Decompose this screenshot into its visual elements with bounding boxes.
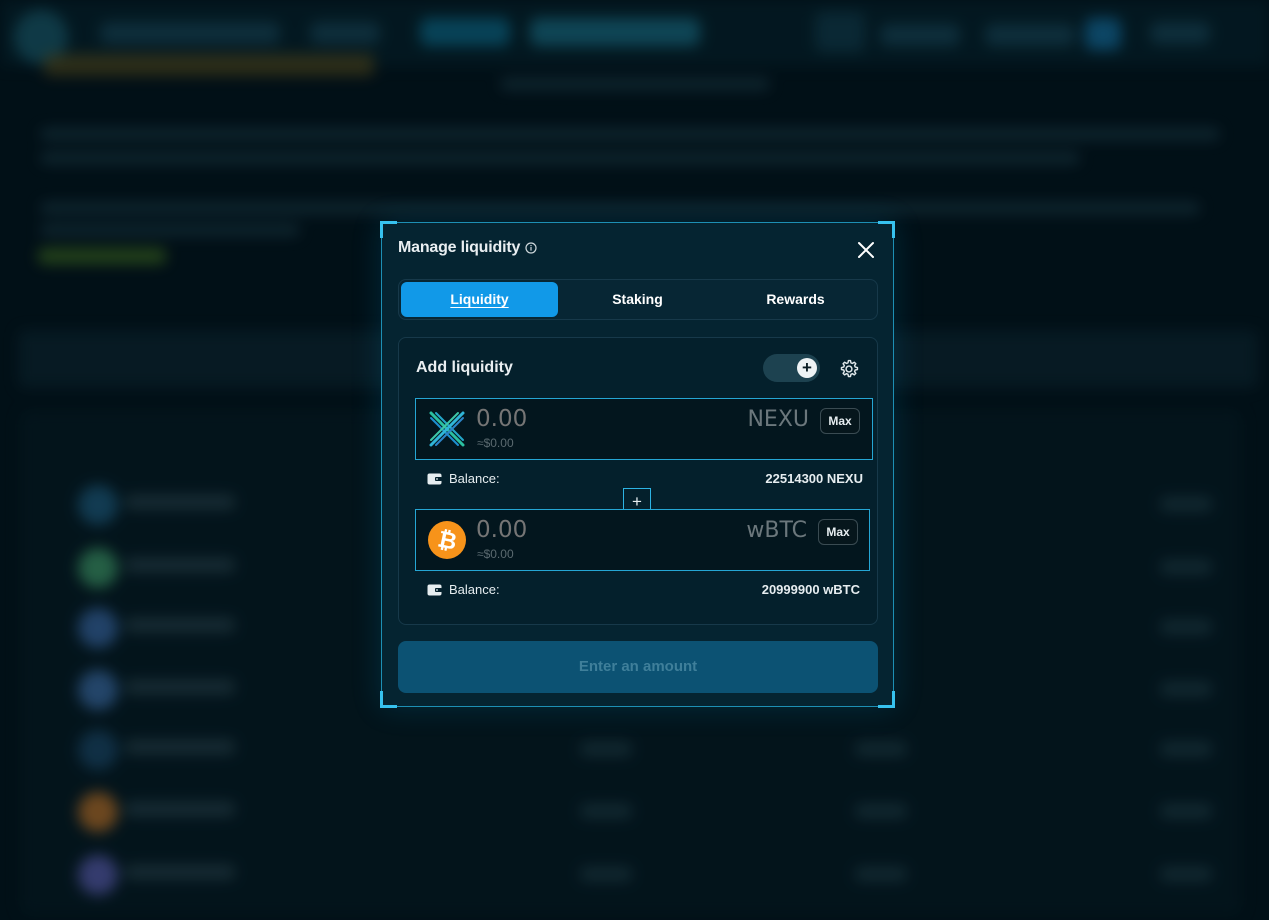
tab-staking-label: Staking: [612, 291, 663, 307]
tab-liquidity[interactable]: Liquidity: [401, 282, 558, 317]
token-b-balance-label: Balance:: [449, 582, 500, 597]
frame-corner: [878, 691, 895, 708]
tab-staking[interactable]: Staking: [559, 282, 716, 317]
tab-bar: Liquidity Staking Rewards: [398, 279, 878, 320]
wallet-icon: [427, 473, 442, 485]
gear-icon[interactable]: [838, 358, 860, 380]
token-a-input-box: ≈$0.00 NEXU Max: [415, 398, 873, 460]
add-liquidity-title: Add liquidity: [416, 359, 513, 376]
token-a-balance-row: Balance: 22514300 NEXU: [427, 470, 863, 488]
plus-icon: +: [797, 358, 817, 378]
add-liquidity-panel: Add liquidity + ≈$0.00 NEXU: [398, 337, 878, 625]
close-icon[interactable]: [857, 241, 875, 259]
bitcoin-logo: ₿: [428, 521, 466, 559]
token-b-symbol: wBTC: [746, 518, 807, 543]
token-b-input-box: ₿ ≈$0.00 wBTC Max: [415, 509, 870, 571]
tab-rewards[interactable]: Rewards: [717, 282, 874, 317]
token-b-balance-value: 20999900 wBTC: [761, 582, 860, 597]
add-remove-toggle[interactable]: +: [763, 354, 820, 382]
manage-liquidity-modal: Manage liquidity Liquidity Staking Rewar…: [380, 221, 895, 708]
token-b-usd-value: ≈$0.00: [477, 547, 514, 561]
modal-title: Manage liquidity: [398, 239, 521, 256]
tab-rewards-label: Rewards: [766, 291, 825, 307]
token-b-balance-row: Balance: 20999900 wBTC: [427, 581, 860, 599]
frame-corner: [878, 221, 895, 238]
frame-corner: [380, 691, 397, 708]
token-b-amount-input[interactable]: [476, 517, 656, 543]
token-a-symbol: NEXU: [747, 407, 809, 432]
info-icon[interactable]: [525, 242, 537, 254]
tab-liquidity-label: Liquidity: [450, 291, 509, 307]
enter-amount-button[interactable]: Enter an amount: [398, 641, 878, 693]
wallet-icon: [427, 584, 442, 596]
frame-corner: [380, 221, 397, 238]
token-a-balance-value: 22514300 NEXU: [765, 471, 863, 486]
token-a-usd-value: ≈$0.00: [477, 436, 514, 450]
token-a-max-button[interactable]: Max: [820, 408, 860, 434]
token-a-amount-input[interactable]: [476, 406, 656, 432]
nexu-logo: [429, 411, 465, 447]
token-b-max-button[interactable]: Max: [818, 519, 858, 545]
token-a-balance-label: Balance:: [449, 471, 500, 486]
